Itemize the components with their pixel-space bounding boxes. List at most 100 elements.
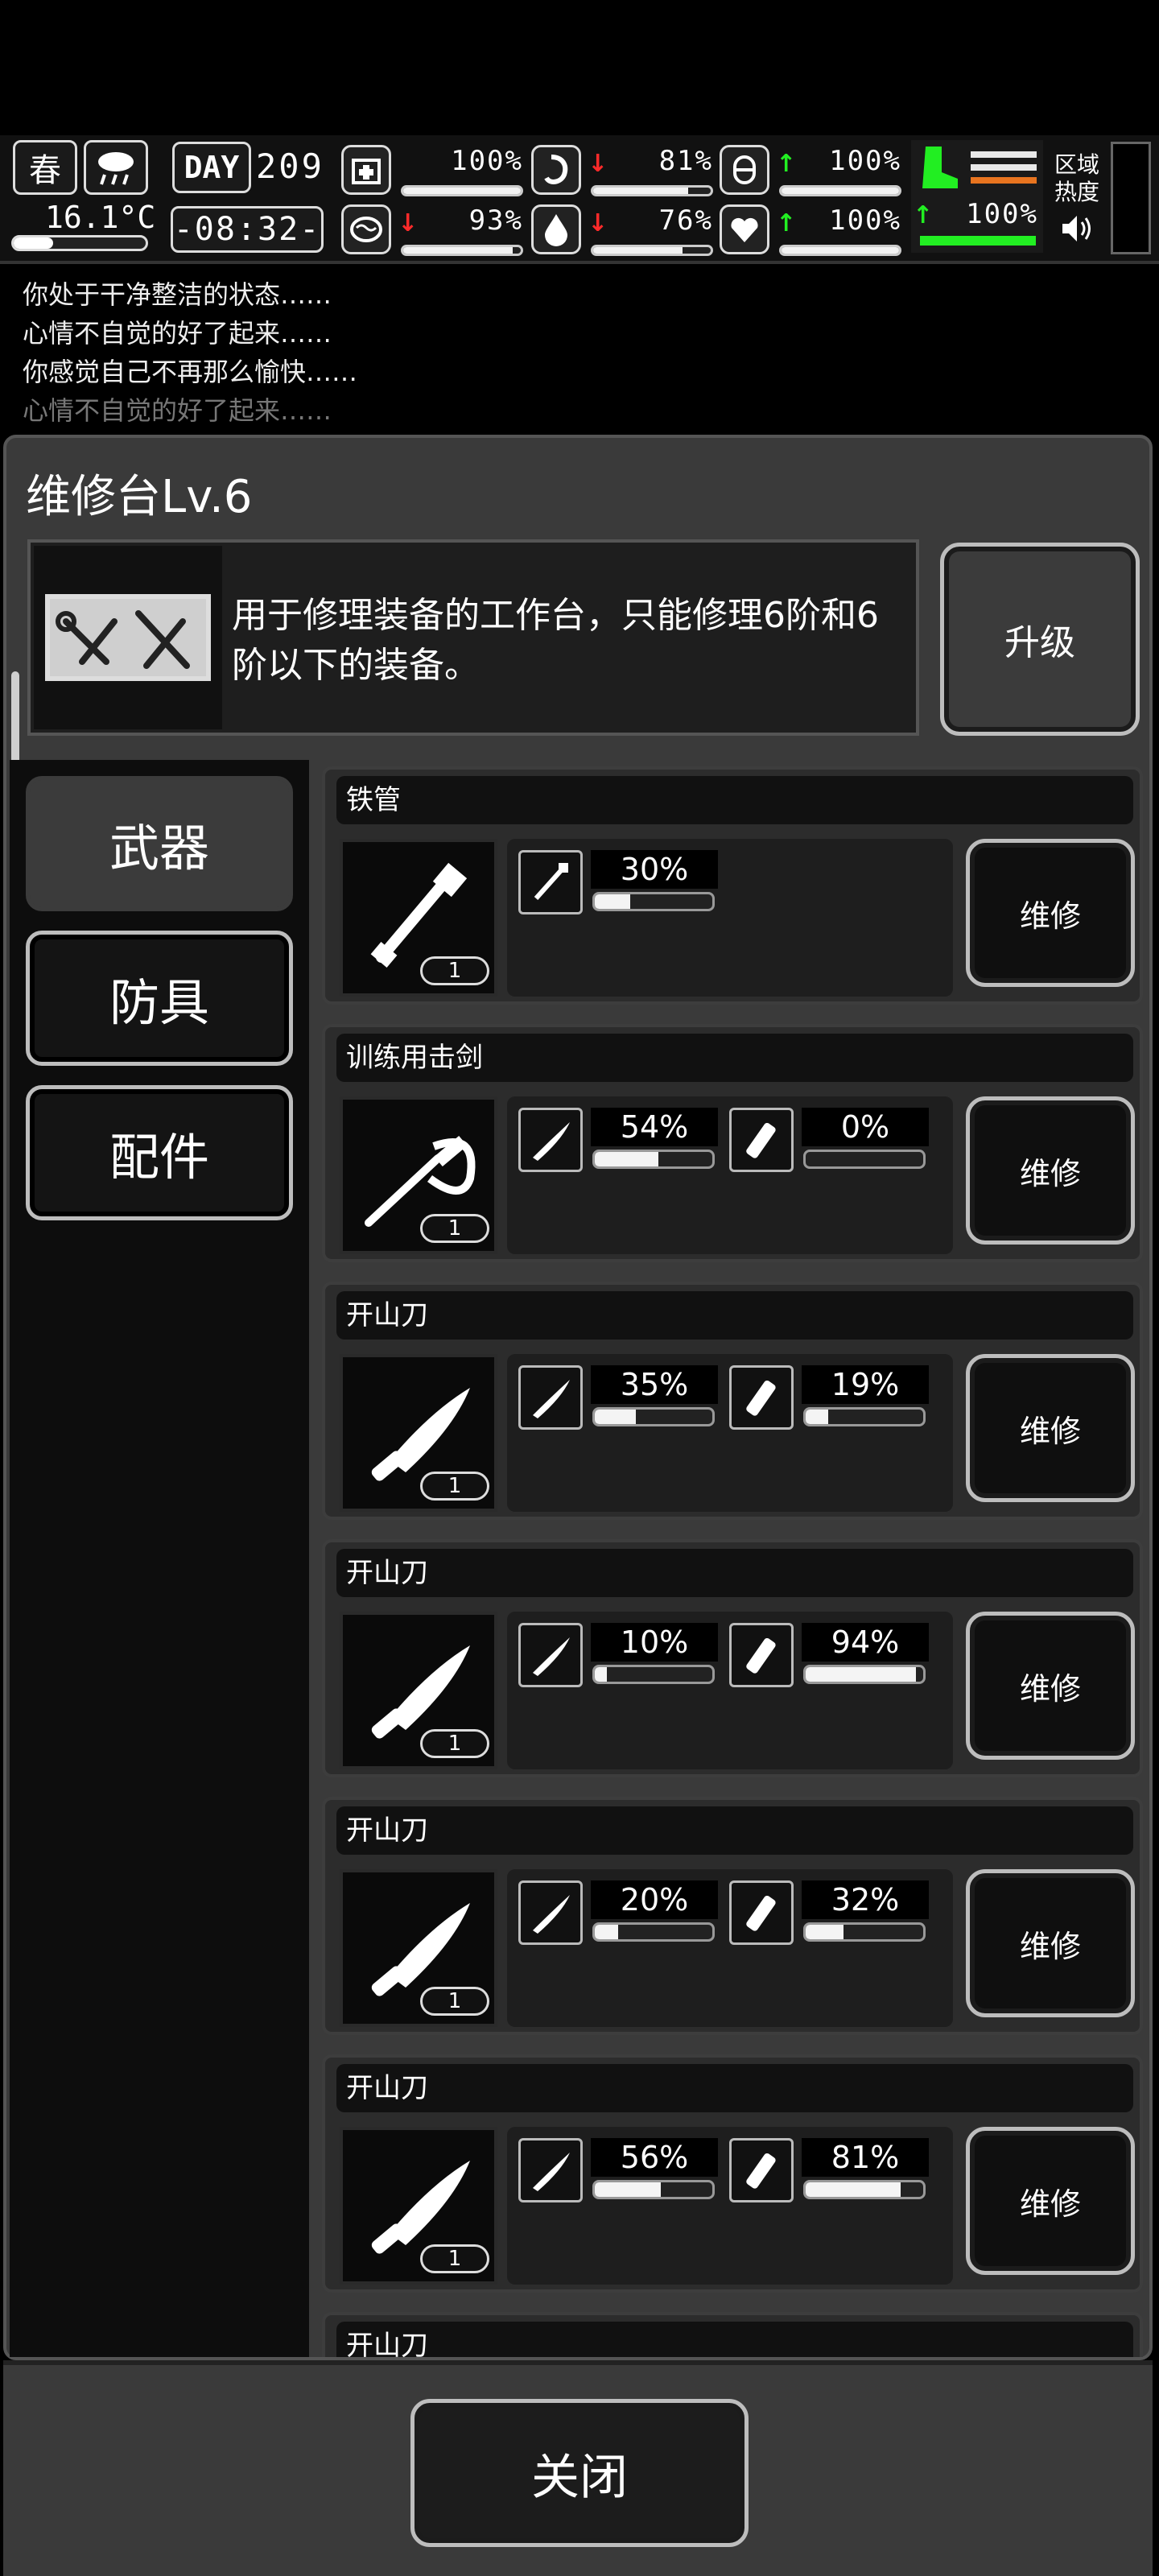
grip-part-icon [729,1365,794,1430]
blade-part-icon [518,1365,583,1430]
weapon-list-item: 开山刀 1 56% 81% 维修 [322,2054,1143,2293]
log-line: 你感觉自己不再那么愉快…… [23,357,358,387]
durability-value: 54% [591,1108,718,1146]
repair-button[interactable]: 维修 [966,839,1135,987]
tab-accessories[interactable]: 配件 [26,1085,293,1220]
boot-icon [918,143,961,192]
weapon-list-item: 开山刀 维修 [322,2312,1143,2357]
durability-gauge: 54% [518,1108,718,1172]
item-count: 1 [420,956,489,985]
machete-icon: 1 [340,1869,497,2027]
durability-bar [592,1150,715,1169]
stamina-panel: ↑ 100% [911,140,1043,253]
durability-value: 19% [802,1365,929,1404]
durability-gauge: 81% [729,2138,929,2202]
item-name: 训练用击剑 [336,1034,1133,1082]
tab-label: 配件 [109,1128,209,1187]
durability-panel: 10% 94% [507,1612,953,1769]
durability-value: 30% [591,850,718,889]
durability-gauge: 32% [729,1880,929,1945]
durability-bar [592,2180,715,2199]
repair-label: 维修 [1019,2186,1081,2222]
durability-value: 35% [591,1365,718,1404]
season-badge: 春 [13,140,77,195]
durability-bar [592,1922,715,1942]
durability-value: 32% [802,1880,929,1919]
item-count: 1 [420,1472,489,1501]
item-list[interactable]: 铁管 1 30% 维修 训练用击剑 1 54% 0% 维修 开山刀 1 35% … [316,766,1149,2357]
workbench-image [34,546,222,729]
item-count: 1 [420,1729,489,1758]
speed-lines-icon [971,148,1037,193]
durability-value: 0% [802,1108,929,1146]
day-badge: DAY [172,142,251,193]
item-name: 开山刀 [336,1549,1133,1597]
status-hud: 春 16.1°C DAY 209 -08:32- 100% ↓ 81% ↑ 10… [0,135,1159,264]
category-tabs: 武器 防具 配件 [10,760,309,2357]
durability-value: 94% [802,1623,929,1662]
tab-weapons[interactable]: 武器 [26,776,293,911]
stat-bar [401,245,523,256]
tab-label: 武器 [109,819,209,877]
upgrade-button[interactable]: 升级 [940,543,1140,736]
repair-button[interactable]: 维修 [966,1869,1135,2017]
rain-cloud-icon [84,140,148,195]
stat-value: 93% [468,204,523,237]
stat-bar [591,245,713,256]
log-line: 心情不自觉的好了起来…… [23,395,332,426]
durability-bar [803,1922,926,1942]
stat-value: 100% [829,145,901,177]
description-box: 用于修理装备的工作台，只能修理6阶和6阶以下的装备。 [27,539,919,736]
footer-bar: 关闭 [3,2360,1153,2576]
machete-icon: 1 [340,2127,497,2285]
durability-panel: 30% [507,839,953,997]
item-name: 铁管 [336,776,1133,824]
close-button[interactable]: 关闭 [410,2399,749,2547]
weapon-list-item: 训练用击剑 1 54% 0% 维修 [322,1024,1143,1262]
repair-button[interactable]: 维修 [966,2127,1135,2275]
item-count: 1 [420,1987,489,2016]
tab-armor[interactable]: 防具 [26,931,293,1066]
stat-thirst: ↓ 76% [531,203,716,259]
weapon-list-item: 开山刀 1 35% 19% 维修 [322,1282,1143,1520]
durability-gauge: 35% [518,1365,718,1430]
weapon-list-item: 铁管 1 30% 维修 [322,766,1143,1005]
durability-bar [592,1407,715,1426]
repair-label: 维修 [1019,1413,1081,1449]
blade-part-icon [518,1623,583,1687]
repair-button[interactable]: 维修 [966,1612,1135,1760]
stat-bar [779,245,901,256]
grip-part-icon [729,1108,794,1172]
machete-icon: 1 [340,1612,497,1769]
durability-gauge: 94% [729,1623,929,1687]
durability-gauge: 0% [729,1108,929,1172]
stat-arrow: ↓ [398,209,419,237]
repair-label: 维修 [1019,1670,1081,1707]
tab-label: 防具 [109,973,209,1032]
brain-icon [341,204,391,254]
day-label: DAY [184,150,240,185]
repair-button[interactable]: 维修 [966,1096,1135,1245]
pipe-part-icon [518,850,583,914]
durability-panel: 20% 32% [507,1869,953,2027]
stamina-value: 100% [966,198,1038,230]
repair-label: 维修 [1019,898,1081,934]
durability-bar [803,1150,926,1169]
stat-mind: ↓ 93% [341,203,526,259]
description-text: 用于修理装备的工作台，只能修理6阶和6阶以下的装备。 [232,595,879,686]
stat-value: 81% [658,145,713,177]
sound-icon[interactable] [1059,213,1095,245]
heart-icon [720,204,769,254]
stat-arrow: ↓ [588,209,608,237]
panel-title: 维修台Lv.6 [26,471,253,523]
weapon-list-item: 开山刀 1 20% 32% 维修 [322,1797,1143,2035]
grip-part-icon [729,1623,794,1687]
durability-bar [592,1665,715,1684]
stat-bar [779,185,901,196]
fencing-sword-icon: 1 [340,1096,497,1254]
day-counter: 209 [256,147,324,186]
repair-button[interactable]: 维修 [966,1354,1135,1502]
durability-gauge: 56% [518,2138,718,2202]
durability-panel: 54% 0% [507,1096,953,1254]
stat-value: 100% [451,145,523,177]
